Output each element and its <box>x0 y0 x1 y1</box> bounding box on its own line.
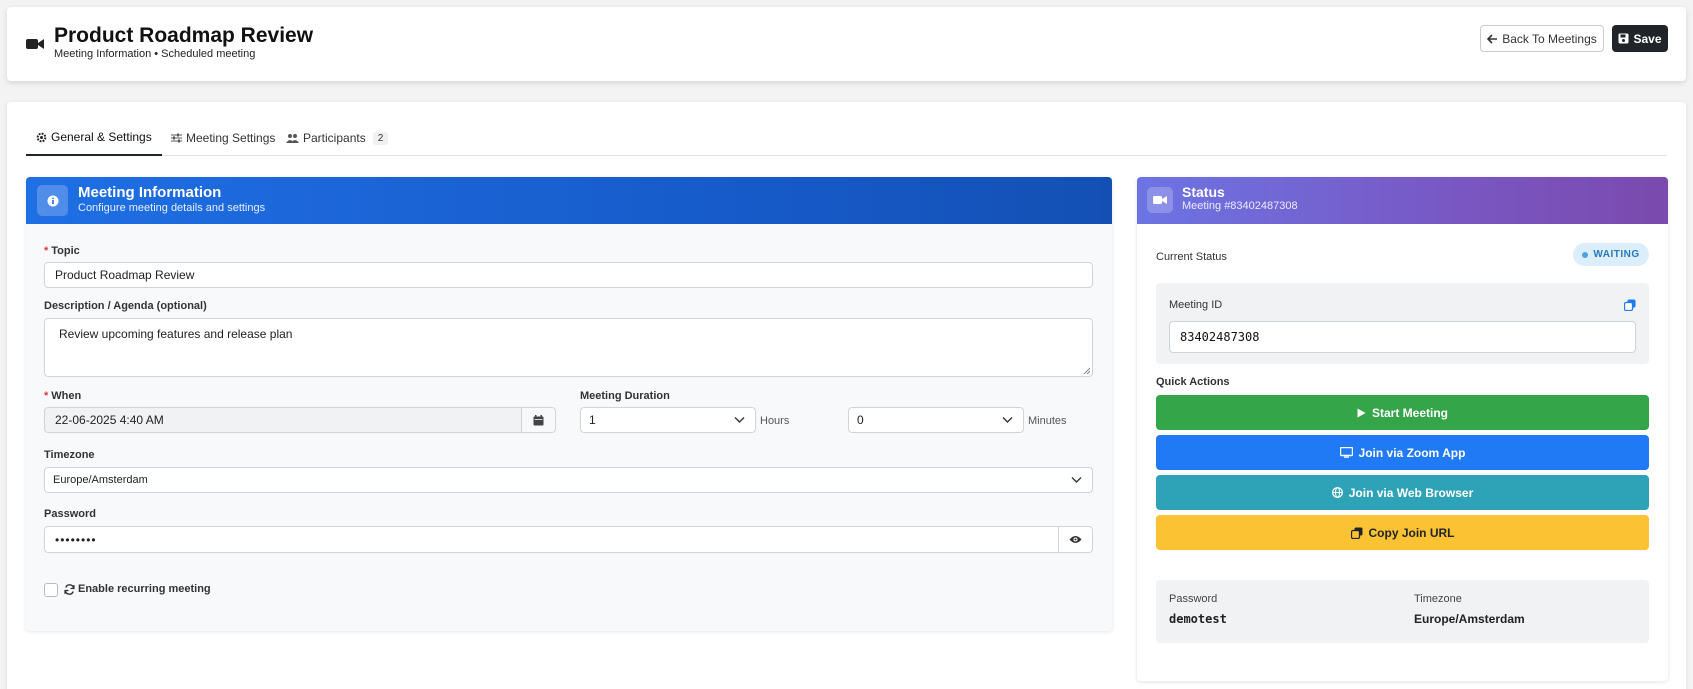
current-status-label: Current Status <box>1156 251 1227 263</box>
status-badge: WAITING <box>1573 243 1649 266</box>
timezone-detail-label: Timezone <box>1414 593 1462 605</box>
page-header: Product Roadmap Review Meeting Informati… <box>7 7 1686 81</box>
hours-select[interactable]: 1 <box>580 407 756 433</box>
status-title: Status <box>1182 184 1225 200</box>
description-text: Review upcoming features and release pla… <box>59 327 293 341</box>
join-web-browser-button[interactable]: Join via Web Browser <box>1156 475 1649 510</box>
back-to-meetings-button[interactable]: Back To Meetings <box>1480 25 1604 52</box>
panel-title: Meeting Information <box>78 184 222 201</box>
video-camera-icon <box>1147 187 1173 213</box>
calendar-icon <box>533 414 544 425</box>
password-detail-value: demotest <box>1169 612 1227 626</box>
tab-label: General & Settings <box>51 130 152 144</box>
timezone-select[interactable]: Europe/Amsterdam <box>44 467 1093 493</box>
globe-icon <box>1331 487 1343 498</box>
timezone-value: Europe/Amsterdam <box>53 474 148 486</box>
arrow-left-icon <box>1487 33 1498 44</box>
info-icon <box>37 185 68 216</box>
password-label: Password <box>44 508 96 520</box>
calendar-button[interactable] <box>521 407 556 433</box>
recurring-checkbox[interactable] <box>44 583 58 597</box>
description-textarea[interactable]: Review upcoming features and release pla… <box>44 318 1093 377</box>
eye-icon <box>1069 536 1082 543</box>
copy-icon <box>1350 527 1362 539</box>
password-input[interactable]: •••••••• <box>44 526 1059 553</box>
tab-participants[interactable]: Participants 2 <box>276 120 398 156</box>
chevron-down-icon <box>1071 477 1082 483</box>
status-panel: Status Meeting #83402487308 Current Stat… <box>1137 177 1668 681</box>
password-detail-label: Password <box>1169 593 1218 605</box>
status-header: Status Meeting #83402487308 <box>1137 177 1668 224</box>
tab-label: Participants <box>303 131 366 145</box>
tab-meeting-settings[interactable]: Meeting Settings <box>161 120 285 156</box>
minutes-value: 0 <box>857 413 864 427</box>
page-title: Product Roadmap Review <box>54 24 314 47</box>
timezone-detail-value: Europe/Amsterdam <box>1414 612 1525 626</box>
meeting-details-box: Password demotest Timezone Europe/Amster… <box>1156 580 1649 643</box>
duration-label: Meeting Duration <box>580 390 670 402</box>
gear-icon <box>36 132 47 142</box>
participants-count-badge: 2 <box>372 131 389 145</box>
topic-label: * Topic <box>44 245 80 257</box>
tab-label: Meeting Settings <box>186 131 276 145</box>
meeting-id-box: Meeting ID 83402487308 <box>1156 283 1649 364</box>
quick-actions-label: Quick Actions <box>1156 376 1230 388</box>
chevron-down-icon <box>1002 417 1013 423</box>
description-label: Description / Agenda (optional) <box>44 300 207 312</box>
users-icon <box>286 134 299 143</box>
hours-value: 1 <box>589 413 596 427</box>
recurring-label[interactable]: Enable recurring meeting <box>64 583 211 595</box>
floppy-disk-icon <box>1618 33 1629 44</box>
main-card: General & Settings Meeting Settings Part… <box>7 102 1686 689</box>
save-button-label: Save <box>1633 31 1662 46</box>
tab-bar: General & Settings Meeting Settings Part… <box>26 120 1667 156</box>
page-subtitle: Meeting Information • Scheduled meeting <box>54 48 256 60</box>
hours-unit: Hours <box>760 415 790 427</box>
tab-general-settings[interactable]: General & Settings <box>26 120 162 156</box>
refresh-icon <box>64 583 75 595</box>
save-button[interactable]: Save <box>1612 25 1668 52</box>
status-subtitle: Meeting #83402487308 <box>1182 200 1298 212</box>
meeting-information-panel: Meeting Information Configure meeting de… <box>26 177 1112 631</box>
required-asterisk: * <box>44 245 49 257</box>
topic-input[interactable]: Product Roadmap Review <box>44 262 1093 288</box>
status-dot-icon <box>1582 251 1589 258</box>
when-label: * When <box>44 390 82 402</box>
join-zoom-app-button[interactable]: Join via Zoom App <box>1156 435 1649 470</box>
chevron-down-icon <box>734 417 745 423</box>
resize-handle-icon <box>1083 367 1090 374</box>
copy-icon[interactable] <box>1624 299 1636 311</box>
meeting-id-label: Meeting ID <box>1169 299 1223 311</box>
minutes-unit: Minutes <box>1028 415 1067 427</box>
meeting-information-header: Meeting Information Configure meeting de… <box>26 177 1112 224</box>
back-button-label: Back To Meetings <box>1502 31 1597 46</box>
start-meeting-button[interactable]: Start Meeting <box>1156 395 1649 430</box>
play-icon <box>1357 408 1366 417</box>
desktop-icon <box>1339 447 1353 458</box>
timezone-label: Timezone <box>44 449 95 461</box>
when-input[interactable]: 22-06-2025 4:40 AM <box>44 407 522 433</box>
minutes-select[interactable]: 0 <box>848 407 1024 433</box>
toggle-password-button[interactable] <box>1058 526 1093 553</box>
video-camera-icon <box>26 39 44 49</box>
required-asterisk: * <box>44 390 49 402</box>
copy-join-url-button[interactable]: Copy Join URL <box>1156 515 1649 550</box>
meeting-id-input[interactable]: 83402487308 <box>1169 321 1636 353</box>
panel-subtitle: Configure meeting details and settings <box>78 202 266 214</box>
sliders-icon <box>171 133 182 143</box>
